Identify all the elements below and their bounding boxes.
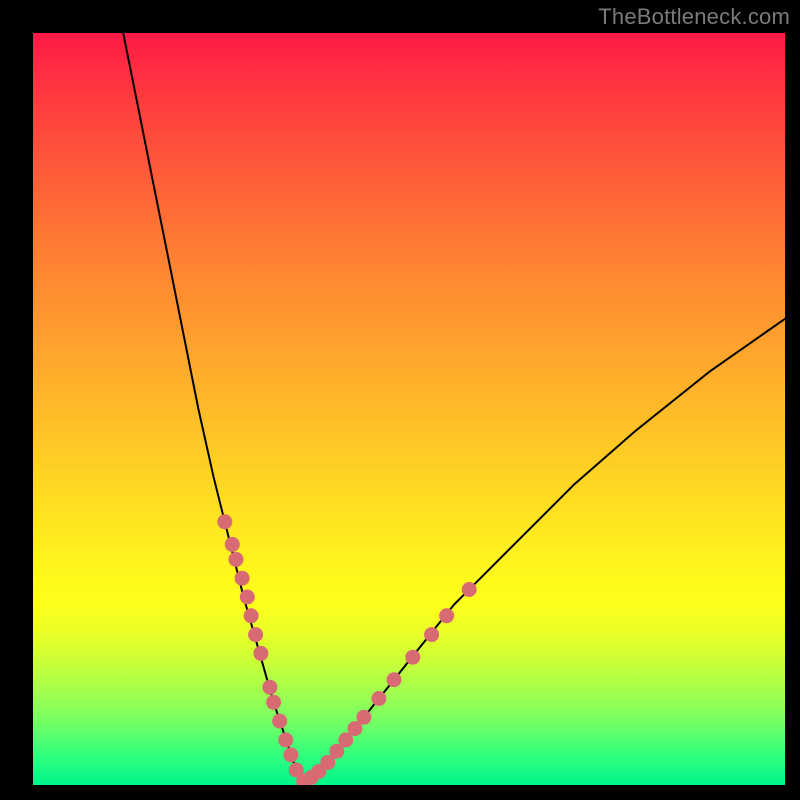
bottleneck-curve [123, 33, 785, 781]
data-marker [253, 646, 268, 661]
watermark-text: TheBottleneck.com [598, 4, 790, 30]
data-marker [248, 627, 263, 642]
data-marker [387, 672, 402, 687]
data-marker [424, 627, 439, 642]
chart-frame: TheBottleneck.com [0, 0, 800, 800]
data-marker [439, 608, 454, 623]
data-marker [283, 747, 298, 762]
data-marker [229, 552, 244, 567]
data-marker [405, 650, 420, 665]
data-marker [272, 714, 287, 729]
curve-layer [33, 33, 785, 785]
data-marker [356, 710, 371, 725]
data-marker [266, 695, 281, 710]
data-marker [244, 608, 259, 623]
plot-area [33, 33, 785, 785]
data-marker [462, 582, 477, 597]
data-marker [262, 680, 277, 695]
data-markers-group [217, 514, 476, 785]
data-marker [225, 537, 240, 552]
data-marker [217, 514, 232, 529]
data-marker [371, 691, 386, 706]
data-marker [278, 732, 293, 747]
data-marker [240, 590, 255, 605]
data-marker [235, 571, 250, 586]
